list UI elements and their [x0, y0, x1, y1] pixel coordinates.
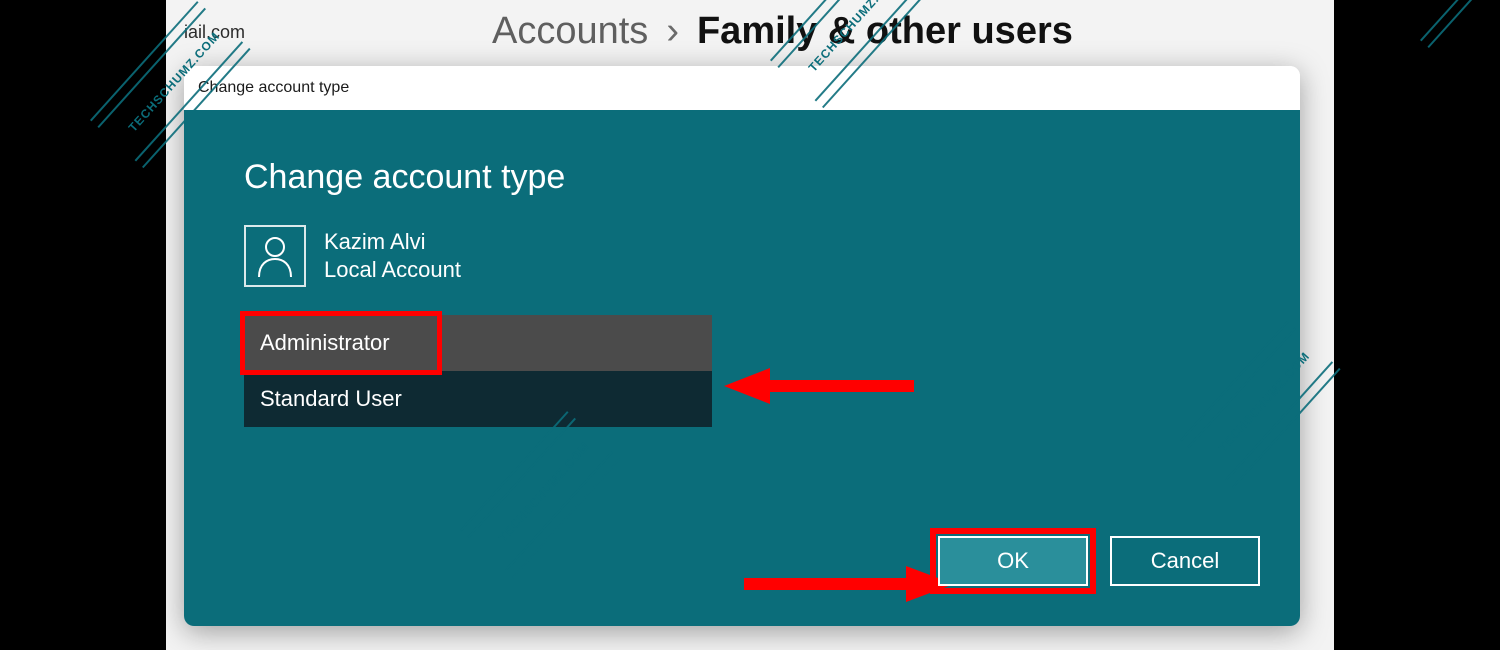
dialog-heading: Change account type [244, 158, 1240, 197]
annotation-arrow-icon [744, 562, 954, 606]
account-type-option-standard-user[interactable]: Standard User [244, 371, 712, 427]
settings-screen: iail.com Accounts › Family & other users… [166, 0, 1334, 650]
breadcrumb-parent[interactable]: Accounts [492, 10, 648, 53]
dialog-titlebar: Change account type [184, 66, 1300, 110]
dialog-button-row: OK Cancel [938, 536, 1260, 586]
dialog-window-title: Change account type [198, 79, 349, 97]
button-label: Cancel [1151, 548, 1219, 574]
user-account-type-label: Local Account [324, 257, 461, 283]
account-email-fragment: iail.com [184, 22, 245, 43]
user-name: Kazim Alvi [324, 229, 461, 255]
account-type-select[interactable]: Administrator Standard User [244, 315, 712, 427]
option-label: Administrator [260, 330, 390, 356]
chevron-right-icon: › [666, 10, 679, 53]
breadcrumb: Accounts › Family & other users [492, 10, 1073, 53]
change-account-type-dialog: Change account type Change account type … [184, 66, 1300, 626]
user-summary: Kazim Alvi Local Account [244, 225, 1240, 287]
option-label: Standard User [260, 386, 402, 412]
header: iail.com Accounts › Family & other users [166, 0, 1334, 64]
dialog-body: Change account type Kazim Alvi Local Acc… [184, 110, 1300, 626]
user-avatar-icon [244, 225, 306, 287]
account-type-option-administrator[interactable]: Administrator [244, 315, 712, 371]
breadcrumb-current: Family & other users [697, 10, 1073, 53]
ok-button[interactable]: OK [938, 536, 1088, 586]
annotation-arrow-icon [724, 364, 914, 408]
cancel-button[interactable]: Cancel [1110, 536, 1260, 586]
button-label: OK [997, 548, 1029, 574]
